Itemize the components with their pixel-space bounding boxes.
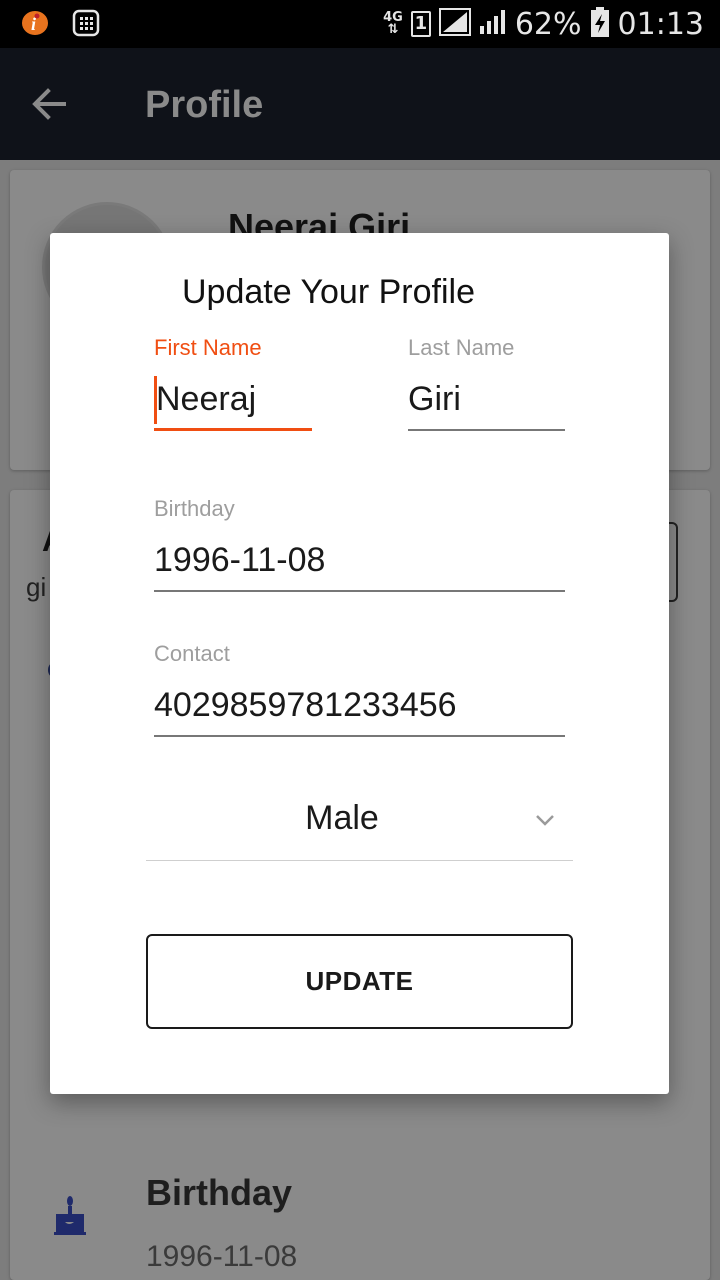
last-name-label: Last Name <box>408 335 515 360</box>
contact-label: Contact <box>154 641 230 666</box>
first-name-label: First Name <box>154 335 262 360</box>
sim-slot-indicator: 1 <box>410 11 431 37</box>
network-type-indicator: 4G ⇅ <box>383 10 403 37</box>
chevron-down-icon[interactable] <box>534 809 556 831</box>
signal-strength-icon <box>438 8 471 40</box>
arrow-left-icon[interactable] <box>28 82 72 126</box>
signal-bars-icon <box>479 8 507 40</box>
last-name-field[interactable] <box>408 380 565 419</box>
contact-underline <box>154 735 565 737</box>
update-profile-dialog: Update Your Profile First Name Last Name… <box>50 233 669 1094</box>
birthday-label: Birthday <box>154 496 235 521</box>
clock: 01:13 <box>617 6 704 42</box>
app-bar: Profile <box>0 48 720 160</box>
birthday-underline <box>154 590 565 592</box>
email-text-partial: gi <box>26 572 47 602</box>
calculator-icon <box>72 9 100 42</box>
contact-field[interactable] <box>154 686 565 725</box>
first-name-field[interactable] <box>156 380 312 419</box>
gender-select[interactable]: Male <box>146 799 538 838</box>
gender-select-underline <box>146 860 573 861</box>
birthday-section-value: 1996-11-08 <box>146 1240 298 1273</box>
first-name-underline <box>154 428 312 431</box>
birthday-field[interactable] <box>154 541 565 580</box>
birthday-section-label: Birthday <box>146 1172 293 1213</box>
dialog-title: Update Your Profile <box>182 273 475 311</box>
update-button[interactable]: UPDATE <box>146 934 573 1029</box>
battery-percent: 62% <box>514 6 582 42</box>
bank-app-icon: i <box>20 8 50 43</box>
page-title: Profile <box>145 84 264 126</box>
last-name-underline <box>408 429 565 431</box>
birthday-cake-icon <box>52 1196 88 1236</box>
status-bar: i 4G ⇅ 1 62% 01:13 <box>0 0 720 48</box>
battery-charging-icon <box>590 6 610 42</box>
